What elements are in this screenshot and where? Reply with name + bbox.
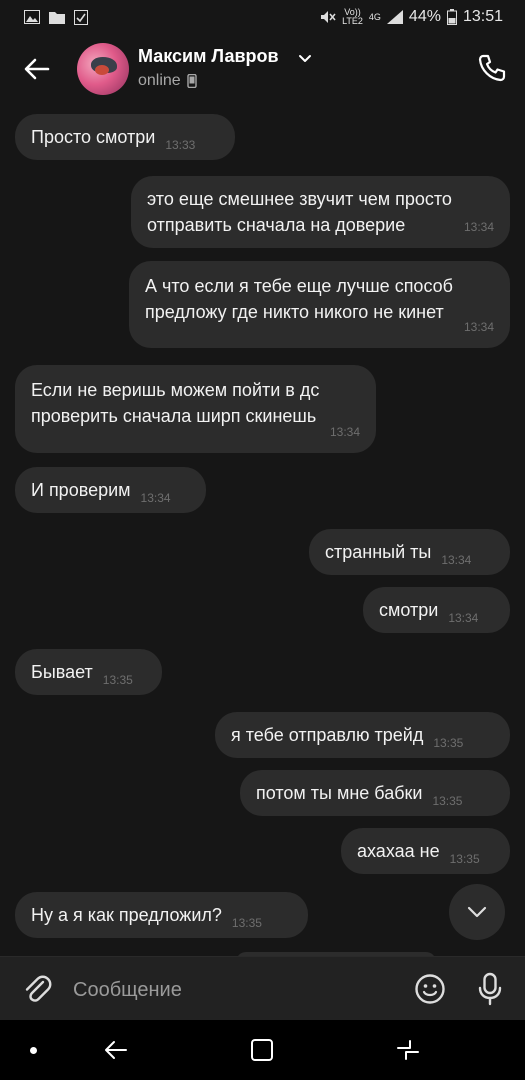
message-text: А что если я тебе еще лучше способ предл… <box>145 276 453 322</box>
message-time: 13:35 <box>102 673 133 687</box>
message-outgoing[interactable]: странный ты 13:34 <box>309 529 510 575</box>
nav-back-icon[interactable] <box>102 1036 130 1064</box>
nav-dot-indicator[interactable] <box>30 1047 37 1054</box>
mobile-device-icon <box>187 74 197 88</box>
message-time: 13:34 <box>140 491 171 505</box>
message-text: ахахаа не <box>357 841 440 861</box>
avatar[interactable] <box>77 43 129 95</box>
message-text: потом ты мне бабки <box>256 783 423 803</box>
message-outgoing[interactable]: смотри 13:34 <box>363 587 510 633</box>
avatar-bird-belly <box>95 65 109 75</box>
system-indicators: Vo)) LTE2 4G 44% 13:51 <box>320 8 503 26</box>
signal-icon <box>386 10 403 24</box>
phone-icon[interactable] <box>476 52 508 84</box>
message-time: 13:35 <box>449 852 480 866</box>
battery-icon <box>446 9 457 25</box>
emoji-icon[interactable] <box>414 973 446 1005</box>
message-time: 13:34 <box>463 320 494 334</box>
message-outgoing[interactable]: это еще смешнее звучит чем просто отправ… <box>131 176 510 248</box>
nav-home-icon[interactable] <box>249 1037 275 1063</box>
chevron-down-icon <box>467 906 487 918</box>
mute-icon <box>321 11 336 23</box>
message-text: Если не веришь можем пойти в дс проверит… <box>31 380 320 426</box>
battery-percent: 44% <box>408 8 441 25</box>
message-text: Бывает <box>31 662 93 682</box>
notification-icons <box>24 9 88 25</box>
microphone-icon[interactable] <box>476 972 504 1006</box>
message-text: я тебе отправлю трейд <box>231 725 424 745</box>
message-time: 13:33 <box>165 138 196 152</box>
message-incoming[interactable]: Бывает 13:35 <box>15 649 162 695</box>
nav-recent-apps-icon[interactable] <box>394 1036 422 1064</box>
message-input[interactable] <box>73 975 393 1005</box>
message-composer <box>0 956 525 1020</box>
message-text: смотри <box>379 600 439 620</box>
chat-header: Максим Лавров online <box>0 34 525 104</box>
volte-indicator: Vo)) LTE2 <box>342 7 363 26</box>
message-outgoing[interactable]: потом ты мне бабки 13:35 <box>240 770 510 816</box>
message-time: 13:34 <box>441 553 472 567</box>
message-text: это еще смешнее звучит чем просто отправ… <box>147 189 452 235</box>
contact-name[interactable]: Максим Лавров <box>138 46 279 67</box>
network-type: 4G <box>368 11 381 22</box>
message-incoming[interactable]: Просто смотри 13:33 <box>15 114 235 160</box>
folder-icon <box>49 12 65 24</box>
scroll-to-bottom-button[interactable] <box>449 884 505 940</box>
attach-clip-icon[interactable] <box>22 973 52 1005</box>
message-outgoing[interactable]: ахахаа не 13:35 <box>341 828 510 874</box>
message-text: странный ты <box>325 542 432 562</box>
message-time: 13:34 <box>448 611 479 625</box>
message-time: 13:35 <box>231 916 262 930</box>
message-incoming[interactable]: Если не веришь можем пойти в дс проверит… <box>15 365 376 453</box>
message-text: Просто смотри <box>31 127 156 147</box>
message-time: 13:34 <box>463 220 494 234</box>
message-outgoing[interactable]: А что если я тебе еще лучше способ предл… <box>129 261 510 348</box>
clock: 13:51 <box>462 8 503 25</box>
message-text: Ну а я как предложил? <box>31 905 222 925</box>
message-incoming[interactable]: Ну а я как предложил? 13:35 <box>15 892 308 938</box>
message-incoming[interactable]: И проверим 13:34 <box>15 467 206 513</box>
checklist-icon <box>74 9 88 25</box>
back-arrow-icon[interactable] <box>22 54 52 84</box>
status-bar: Vo)) LTE2 4G 44% 13:51 <box>0 0 525 34</box>
online-label: online <box>138 72 181 89</box>
message-text: И проверим <box>31 480 131 500</box>
chevron-down-icon[interactable] <box>297 50 313 66</box>
message-time: 13:35 <box>432 794 463 808</box>
message-list[interactable]: Просто смотри 13:33 это еще смешнее звучи… <box>0 104 525 972</box>
message-outgoing[interactable]: я тебе отправлю трейд 13:35 <box>215 712 510 758</box>
contact-status: online <box>138 72 197 90</box>
message-time: 13:35 <box>433 736 464 750</box>
message-time: 13:34 <box>329 425 360 439</box>
system-navigation-bar <box>0 1020 525 1080</box>
gallery-icon <box>24 10 40 24</box>
